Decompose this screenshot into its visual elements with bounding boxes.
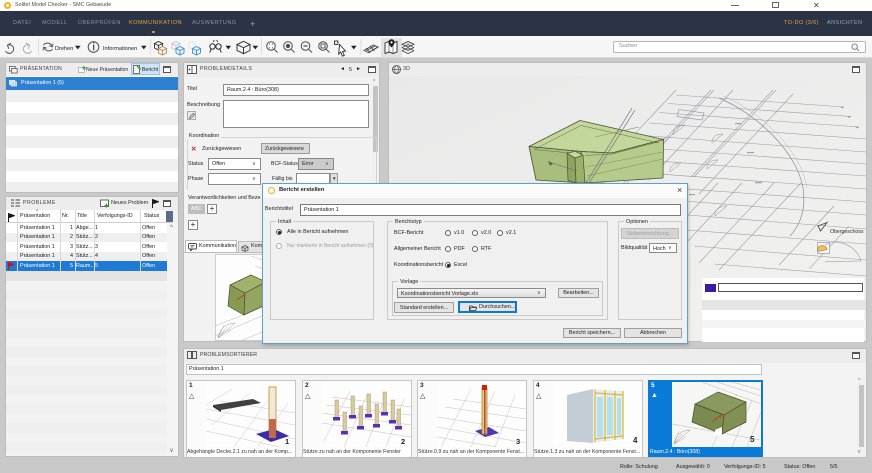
svg-text:Informationen: Informationen	[103, 46, 137, 52]
svg-text:4: 4	[633, 436, 638, 445]
svg-text:2: 2	[401, 437, 405, 446]
svg-text:3: 3	[516, 437, 520, 446]
svg-text:Obergeschoss: Obergeschoss	[830, 229, 864, 235]
svg-text:5: 5	[750, 435, 755, 444]
svg-text:Drehen: Drehen	[55, 46, 73, 52]
svg-text:1: 1	[285, 437, 289, 446]
